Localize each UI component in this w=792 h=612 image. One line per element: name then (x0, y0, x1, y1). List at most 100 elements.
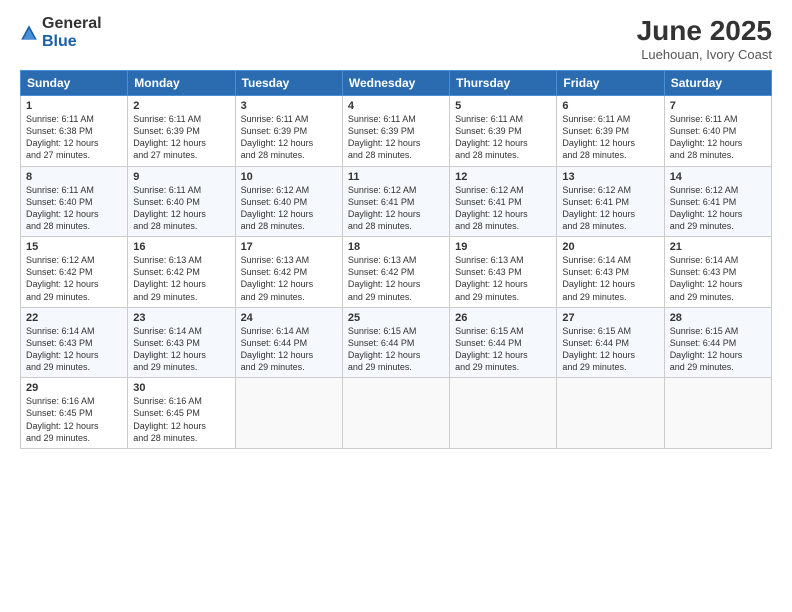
day-number: 28 (670, 312, 766, 324)
calendar-cell: 4Sunrise: 6:11 AMSunset: 6:39 PMDaylight… (342, 96, 449, 167)
day-number: 19 (455, 241, 551, 253)
calendar-week-row: 29 Sunrise: 6:16 AMSunset: 6:45 PMDayligh… (21, 378, 772, 449)
day-number: 5 (455, 100, 551, 112)
day-number: 16 (133, 241, 229, 253)
day-info: Sunrise: 6:14 AMSunset: 6:44 PMDaylight:… (241, 325, 337, 374)
calendar-week-row: 15Sunrise: 6:12 AMSunset: 6:42 PMDayligh… (21, 237, 772, 308)
calendar-cell: 10Sunrise: 6:12 AMSunset: 6:40 PMDayligh… (235, 166, 342, 237)
calendar-cell: 6Sunrise: 6:11 AMSunset: 6:39 PMDaylight… (557, 96, 664, 167)
logo-blue: Blue (42, 33, 77, 50)
day-number: 17 (241, 241, 337, 253)
calendar-cell (235, 378, 342, 449)
day-number: 10 (241, 171, 337, 183)
day-number: 26 (455, 312, 551, 324)
day-number: 29 (26, 382, 122, 394)
day-number: 1 (26, 100, 122, 112)
day-info: Sunrise: 6:12 AMSunset: 6:41 PMDaylight:… (348, 184, 444, 233)
calendar-cell: 27Sunrise: 6:15 AMSunset: 6:44 PMDayligh… (557, 307, 664, 378)
calendar-cell: 24Sunrise: 6:14 AMSunset: 6:44 PMDayligh… (235, 307, 342, 378)
calendar-cell: 23Sunrise: 6:14 AMSunset: 6:43 PMDayligh… (128, 307, 235, 378)
day-info: Sunrise: 6:13 AMSunset: 6:42 PMDaylight:… (348, 254, 444, 303)
calendar-cell: 26Sunrise: 6:15 AMSunset: 6:44 PMDayligh… (450, 307, 557, 378)
calendar-cell: 2Sunrise: 6:11 AMSunset: 6:39 PMDaylight… (128, 96, 235, 167)
day-info: Sunrise: 6:15 AMSunset: 6:44 PMDaylight:… (562, 325, 658, 374)
day-number: 4 (348, 100, 444, 112)
day-info: Sunrise: 6:11 AMSunset: 6:39 PMDaylight:… (241, 113, 337, 162)
day-number: 3 (241, 100, 337, 112)
calendar-header-friday: Friday (557, 71, 664, 96)
day-number: 2 (133, 100, 229, 112)
calendar-table: SundayMondayTuesdayWednesdayThursdayFrid… (20, 70, 772, 449)
day-info: Sunrise: 6:14 AMSunset: 6:43 PMDaylight:… (670, 254, 766, 303)
day-number: 7 (670, 100, 766, 112)
day-info: Sunrise: 6:13 AMSunset: 6:43 PMDaylight:… (455, 254, 551, 303)
day-info: Sunrise: 6:14 AMSunset: 6:43 PMDaylight:… (133, 325, 229, 374)
day-number: 18 (348, 241, 444, 253)
day-number: 6 (562, 100, 658, 112)
calendar-cell: 7Sunrise: 6:11 AMSunset: 6:40 PMDaylight… (664, 96, 771, 167)
calendar-header-tuesday: Tuesday (235, 71, 342, 96)
calendar-cell: 21Sunrise: 6:14 AMSunset: 6:43 PMDayligh… (664, 237, 771, 308)
calendar-cell: 19Sunrise: 6:13 AMSunset: 6:43 PMDayligh… (450, 237, 557, 308)
day-number: 12 (455, 171, 551, 183)
day-info: Sunrise: 6:11 AMSunset: 6:40 PMDaylight:… (133, 184, 229, 233)
day-info: Sunrise: 6:13 AMSunset: 6:42 PMDaylight:… (133, 254, 229, 303)
calendar-cell: 14Sunrise: 6:12 AMSunset: 6:41 PMDayligh… (664, 166, 771, 237)
logo-text: General Blue (42, 15, 102, 51)
day-number: 24 (241, 312, 337, 324)
day-info: Sunrise: 6:11 AMSunset: 6:39 PMDaylight:… (455, 113, 551, 162)
day-info: Sunrise: 6:16 AMSunset: 6:45 PMDaylight:… (133, 395, 229, 444)
title-section: June 2025 Luehouan, Ivory Coast (637, 15, 772, 62)
day-number: 15 (26, 241, 122, 253)
day-info: Sunrise: 6:11 AMSunset: 6:40 PMDaylight:… (26, 184, 122, 233)
calendar-week-row: 22Sunrise: 6:14 AMSunset: 6:43 PMDayligh… (21, 307, 772, 378)
calendar-cell: 1Sunrise: 6:11 AMSunset: 6:38 PMDaylight… (21, 96, 128, 167)
day-info: Sunrise: 6:14 AMSunset: 6:43 PMDaylight:… (562, 254, 658, 303)
day-info: Sunrise: 6:15 AMSunset: 6:44 PMDaylight:… (670, 325, 766, 374)
day-info: Sunrise: 6:15 AMSunset: 6:44 PMDaylight:… (348, 325, 444, 374)
page: General Blue June 2025 Luehouan, Ivory C… (0, 0, 792, 612)
calendar-cell: 17Sunrise: 6:13 AMSunset: 6:42 PMDayligh… (235, 237, 342, 308)
day-number: 25 (348, 312, 444, 324)
calendar-header-saturday: Saturday (664, 71, 771, 96)
day-number: 20 (562, 241, 658, 253)
calendar-cell: 22Sunrise: 6:14 AMSunset: 6:43 PMDayligh… (21, 307, 128, 378)
calendar-header-row: SundayMondayTuesdayWednesdayThursdayFrid… (21, 71, 772, 96)
day-number: 9 (133, 171, 229, 183)
day-info: Sunrise: 6:11 AMSunset: 6:39 PMDaylight:… (562, 113, 658, 162)
calendar-header-monday: Monday (128, 71, 235, 96)
day-number: 27 (562, 312, 658, 324)
day-number: 21 (670, 241, 766, 253)
day-number: 8 (26, 171, 122, 183)
logo-general: General (42, 15, 102, 32)
day-info: Sunrise: 6:12 AMSunset: 6:41 PMDaylight:… (670, 184, 766, 233)
calendar-cell (450, 378, 557, 449)
calendar-cell: 11Sunrise: 6:12 AMSunset: 6:41 PMDayligh… (342, 166, 449, 237)
calendar-cell: 13Sunrise: 6:12 AMSunset: 6:41 PMDayligh… (557, 166, 664, 237)
calendar-header-sunday: Sunday (21, 71, 128, 96)
day-info: Sunrise: 6:12 AMSunset: 6:42 PMDaylight:… (26, 254, 122, 303)
day-info: Sunrise: 6:11 AMSunset: 6:38 PMDaylight:… (26, 113, 122, 162)
calendar-cell: 15Sunrise: 6:12 AMSunset: 6:42 PMDayligh… (21, 237, 128, 308)
calendar-cell (342, 378, 449, 449)
day-number: 13 (562, 171, 658, 183)
day-info: Sunrise: 6:13 AMSunset: 6:42 PMDaylight:… (241, 254, 337, 303)
day-info: Sunrise: 6:12 AMSunset: 6:40 PMDaylight:… (241, 184, 337, 233)
day-info: Sunrise: 6:12 AMSunset: 6:41 PMDaylight:… (455, 184, 551, 233)
day-info: Sunrise: 6:14 AMSunset: 6:43 PMDaylight:… (26, 325, 122, 374)
calendar-cell: 30Sunrise: 6:16 AMSunset: 6:45 PMDayligh… (128, 378, 235, 449)
calendar-cell: 28Sunrise: 6:15 AMSunset: 6:44 PMDayligh… (664, 307, 771, 378)
main-title: June 2025 (637, 15, 772, 47)
calendar-cell: 18Sunrise: 6:13 AMSunset: 6:42 PMDayligh… (342, 237, 449, 308)
calendar-cell (664, 378, 771, 449)
day-info: Sunrise: 6:11 AMSunset: 6:40 PMDaylight:… (670, 113, 766, 162)
calendar-cell: 29Sunrise: 6:16 AMSunset: 6:45 PMDayligh… (21, 378, 128, 449)
day-info: Sunrise: 6:11 AMSunset: 6:39 PMDaylight:… (133, 113, 229, 162)
calendar-header-wednesday: Wednesday (342, 71, 449, 96)
calendar-cell: 12Sunrise: 6:12 AMSunset: 6:41 PMDayligh… (450, 166, 557, 237)
calendar-cell: 8Sunrise: 6:11 AMSunset: 6:40 PMDaylight… (21, 166, 128, 237)
day-info: Sunrise: 6:12 AMSunset: 6:41 PMDaylight:… (562, 184, 658, 233)
day-number: 22 (26, 312, 122, 324)
calendar-cell: 20Sunrise: 6:14 AMSunset: 6:43 PMDayligh… (557, 237, 664, 308)
logo-icon (20, 24, 38, 42)
